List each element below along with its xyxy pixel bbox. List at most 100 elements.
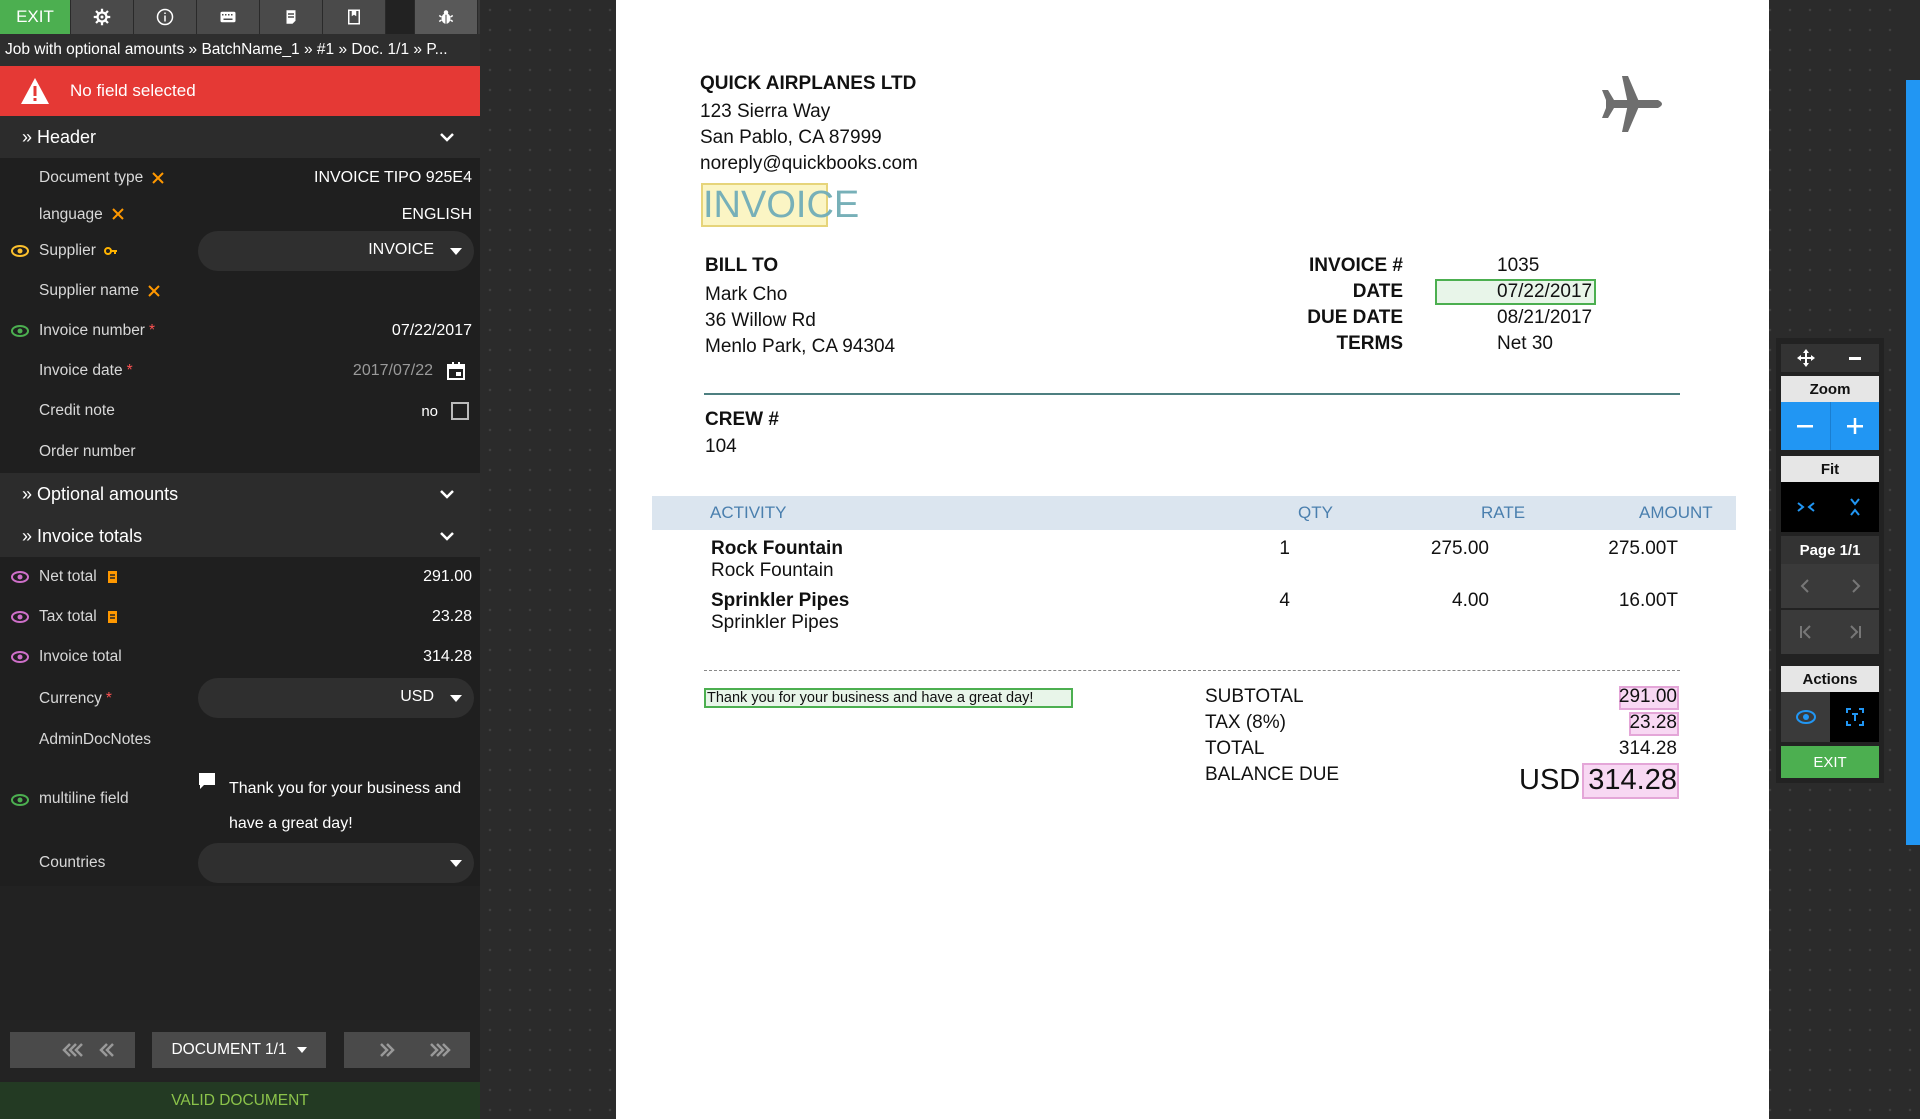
exit-button[interactable]: EXIT	[0, 0, 71, 34]
field-credit-note[interactable]: Credit note no	[0, 391, 480, 431]
field-value[interactable]: 291.00	[423, 568, 472, 586]
thank-you-note[interactable]: Thank you for your business and have a g…	[704, 688, 1073, 708]
field-invoice-number[interactable]: Invoice number * 07/22/2017	[0, 311, 480, 351]
toolbar: EXIT	[0, 0, 480, 34]
settings-button[interactable]	[71, 0, 134, 34]
chevron-right-icon	[380, 1043, 395, 1057]
keyboard-button[interactable]	[197, 0, 260, 34]
alert-text: No field selected	[70, 81, 196, 100]
field-label: Currency	[39, 689, 102, 707]
document-selector[interactable]: DOCUMENT 1/1	[152, 1032, 326, 1068]
move-icon	[1796, 349, 1815, 367]
item-qty: 1	[1279, 538, 1290, 559]
zoom-out-button[interactable]	[1781, 402, 1831, 450]
column-header: QTY	[1298, 503, 1333, 522]
page-scrollbar[interactable]	[1906, 0, 1920, 845]
field-tax-total[interactable]: Tax total 23.28	[0, 597, 480, 637]
field-document-type[interactable]: Document type INVOICE TIPO 925E4	[0, 158, 480, 198]
supplier-select[interactable]: INVOICE	[198, 231, 474, 271]
document-status: VALID DOCUMENT	[0, 1082, 480, 1119]
toggle-highlights-button[interactable]	[1781, 692, 1830, 742]
calendar-icon[interactable]	[446, 361, 466, 381]
field-language[interactable]: language ENGLISH	[0, 198, 480, 231]
field-label: Supplier name	[39, 282, 139, 299]
field-label: AdminDocNotes	[39, 731, 151, 748]
last-document-button[interactable]	[410, 1032, 470, 1068]
due-date-label: DUE DATE	[1307, 307, 1403, 328]
field-value[interactable]: 07/22/2017	[392, 322, 472, 340]
first-page-button[interactable]	[1781, 610, 1830, 654]
eye-icon[interactable]	[10, 324, 30, 338]
crew-value: 104	[705, 436, 737, 457]
eye-icon[interactable]	[10, 650, 30, 664]
comment-icon	[199, 773, 215, 789]
field-invoice-date[interactable]: Invoice date * 2017/07/22	[0, 351, 480, 391]
minimize-panel-button[interactable]	[1830, 344, 1879, 372]
fit-width-icon	[1796, 502, 1815, 512]
multiline-textarea[interactable]: Thank you for your business and have a g…	[229, 771, 477, 842]
section-optional-amounts[interactable]: » Optional amounts	[0, 473, 480, 515]
bookmark-button[interactable]	[323, 0, 386, 34]
currency-select[interactable]: USD	[198, 678, 474, 718]
dropdown-arrow-icon	[450, 248, 462, 255]
invoice-title[interactable]: INVOICE	[701, 183, 859, 227]
eye-icon[interactable]	[10, 570, 30, 584]
required-marker: *	[148, 322, 156, 339]
document-edit-icon	[286, 10, 296, 24]
fit-width-button[interactable]	[1781, 482, 1830, 532]
viewer-exit-button[interactable]: EXIT	[1781, 746, 1879, 778]
required-marker: *	[126, 362, 133, 379]
fit-height-button[interactable]	[1830, 482, 1879, 532]
bill-to-line: Menlo Park, CA 94304	[705, 336, 896, 357]
previous-page-button[interactable]	[1781, 564, 1830, 608]
field-value[interactable]: 2017/07/22	[353, 362, 433, 380]
field-label: Countries	[39, 854, 106, 871]
field-supplier[interactable]: Supplier INVOICE	[0, 231, 480, 271]
bill-to-label: BILL TO	[705, 255, 779, 276]
column-header: RATE	[1481, 503, 1526, 522]
field-value[interactable]: 314.28	[423, 648, 472, 666]
info-button[interactable]	[134, 0, 197, 34]
document-edit-button[interactable]	[260, 0, 323, 34]
tools-icon	[148, 285, 160, 297]
document-page: QUICK AIRPLANES LTD 123 Sierra Way San P…	[616, 0, 1769, 1119]
field-supplier-name[interactable]: Supplier name	[0, 271, 480, 311]
field-value[interactable]: 23.28	[432, 608, 472, 626]
eye-icon[interactable]	[10, 610, 30, 624]
chevron-down-icon	[440, 133, 454, 142]
field-currency[interactable]: Currency * USD	[0, 677, 480, 720]
zoom-in-button[interactable]	[1831, 402, 1880, 450]
previous-document-button[interactable]	[78, 1032, 136, 1068]
section-header-label: » Header	[22, 126, 97, 147]
bill-to-line: 36 Willow Rd	[705, 310, 816, 331]
section-invoice-totals[interactable]: » Invoice totals	[0, 515, 480, 557]
credit-note-checkbox[interactable]	[451, 402, 469, 420]
balance-value: 314.28	[1588, 764, 1677, 796]
section-header[interactable]: » Header	[0, 116, 480, 158]
eye-icon[interactable]	[10, 244, 30, 258]
move-panel-button[interactable]	[1781, 344, 1830, 372]
field-admin-doc-notes[interactable]: AdminDocNotes	[0, 720, 480, 760]
select-area-button[interactable]	[1830, 692, 1879, 742]
page-label: Page 1/1	[1781, 536, 1879, 564]
invoice-number-label: INVOICE #	[1309, 255, 1403, 276]
field-label: Net total	[39, 568, 97, 585]
field-multiline[interactable]: multiline field Thank you for your busin…	[0, 760, 480, 842]
keyboard-icon	[220, 11, 236, 23]
next-page-button[interactable]	[1830, 564, 1879, 608]
field-order-number[interactable]: Order number	[0, 431, 480, 473]
debug-button[interactable]	[415, 0, 478, 34]
field-net-total[interactable]: Net total 291.00	[0, 557, 480, 597]
bill-to-line: Mark Cho	[705, 284, 788, 305]
last-page-button[interactable]	[1830, 610, 1879, 654]
field-invoice-total[interactable]: Invoice total 314.28	[0, 637, 480, 677]
table-header: ACTIVITY QTY RATE AMOUNT	[652, 496, 1736, 530]
last-page-icon	[1849, 625, 1861, 639]
field-countries[interactable]: Countries	[0, 840, 480, 886]
countries-select[interactable]	[198, 843, 474, 883]
field-label: language	[39, 205, 103, 223]
subtotal-label: SUBTOTAL	[1205, 686, 1304, 707]
alert-banner: No field selected	[0, 66, 480, 116]
item-name: Rock Fountain	[711, 538, 843, 559]
eye-icon[interactable]	[10, 793, 30, 807]
